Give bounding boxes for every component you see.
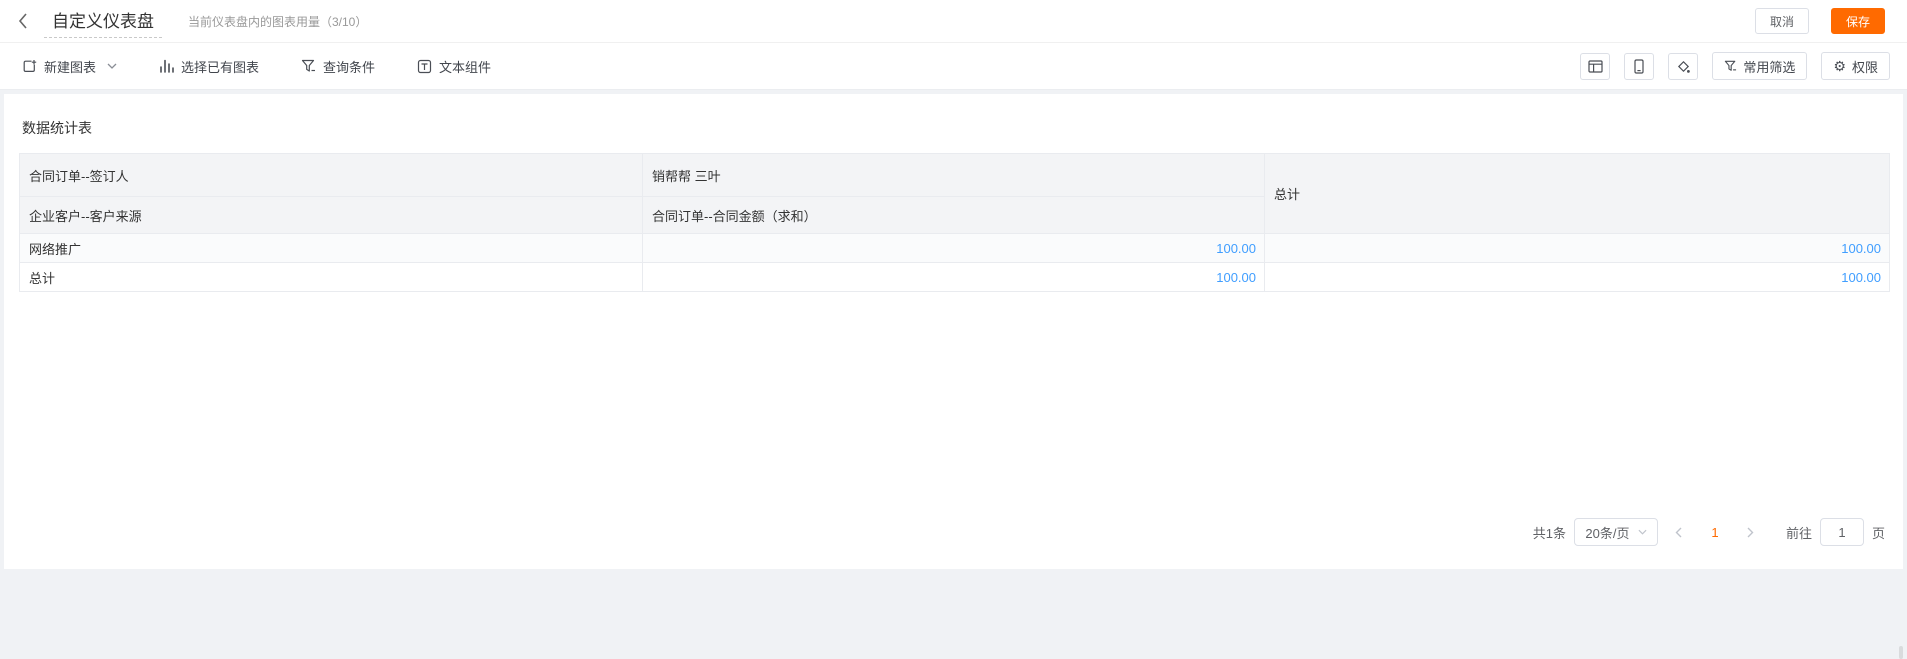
new-chart-icon xyxy=(22,59,37,74)
content-area: 数据统计表 合同订单--签订人 销帮帮 三叶 总计 企业客户--客户来源 合同订… xyxy=(0,90,1907,569)
permission-button[interactable]: ⚙ 权限 xyxy=(1821,52,1890,80)
data-statistics-table: 合同订单--签订人 销帮帮 三叶 总计 企业客户--客户来源 合同订单--合同金… xyxy=(19,153,1890,292)
toolbar-right-group: 常用筛选 ⚙ 权限 xyxy=(1580,52,1890,80)
new-chart-button[interactable]: 新建图表 xyxy=(22,57,117,76)
page-size-select[interactable]: 20条/页 xyxy=(1574,518,1658,546)
gear-icon: ⚙ xyxy=(1833,59,1846,73)
mobile-preview-button[interactable] xyxy=(1624,53,1654,80)
value-link[interactable]: 100.00 xyxy=(652,241,1256,256)
header-row-dimension: 合同订单--签订人 xyxy=(20,154,643,197)
save-button[interactable]: 保存 xyxy=(1831,8,1885,34)
table-row: 网络推广 100.00 100.00 xyxy=(20,234,1890,263)
cancel-button[interactable]: 取消 xyxy=(1755,8,1809,34)
chart-card: 数据统计表 合同订单--签订人 销帮帮 三叶 总计 企业客户--客户来源 合同订… xyxy=(4,94,1903,569)
desktop-layout-button[interactable] xyxy=(1580,53,1610,80)
next-page-button[interactable] xyxy=(1736,527,1766,538)
toolbar-left-group: 新建图表 选择已有图表 查询条件 文本组件 xyxy=(22,57,491,76)
header-actions: 取消 保存 xyxy=(1755,8,1885,34)
pagination-bar: 共1条 20条/页 1 前往 页 xyxy=(1533,518,1885,546)
row-label: 总计 xyxy=(20,263,643,292)
bar-chart-icon xyxy=(159,59,174,73)
mobile-preview-icon xyxy=(1634,59,1644,74)
chart-usage-hint: 当前仪表盘内的图表用量（3/10） xyxy=(188,13,367,30)
text-component-button[interactable]: 文本组件 xyxy=(417,57,491,76)
header-column-group: 销帮帮 三叶 xyxy=(643,154,1265,197)
theme-paint-icon xyxy=(1676,59,1691,74)
text-component-label: 文本组件 xyxy=(439,57,491,76)
chevron-down-icon xyxy=(1638,529,1647,535)
back-button[interactable] xyxy=(18,13,28,29)
value-link[interactable]: 100.00 xyxy=(1274,241,1881,256)
app-header: 自定义仪表盘 当前仪表盘内的图表用量（3/10） 取消 保存 xyxy=(0,0,1907,43)
chart-title: 数据统计表 xyxy=(22,118,1889,138)
header-total: 总计 xyxy=(1265,154,1890,234)
chevron-down-icon[interactable] xyxy=(107,63,117,69)
query-condition-label: 查询条件 xyxy=(323,57,375,76)
select-existing-chart-label: 选择已有图表 xyxy=(181,57,259,76)
prev-page-button[interactable] xyxy=(1664,527,1694,538)
goto-page-input[interactable] xyxy=(1820,518,1864,546)
query-condition-button[interactable]: 查询条件 xyxy=(301,57,375,76)
dashboard-title-editable[interactable]: 自定义仪表盘 xyxy=(44,5,162,38)
current-page-button[interactable]: 1 xyxy=(1700,525,1730,540)
row-label: 网络推广 xyxy=(20,234,643,263)
desktop-layout-icon xyxy=(1588,60,1603,73)
select-existing-chart-button[interactable]: 选择已有图表 xyxy=(159,57,259,76)
scrollbar-thumb[interactable] xyxy=(1899,646,1903,659)
filter-funnel-icon xyxy=(1724,60,1737,72)
page-size-value: 20条/页 xyxy=(1585,523,1629,542)
theme-paint-button[interactable] xyxy=(1668,53,1698,80)
common-filter-button[interactable]: 常用筛选 xyxy=(1712,52,1807,80)
dashboard-toolbar: 新建图表 选择已有图表 查询条件 文本组件 xyxy=(0,43,1907,90)
header-row-dimension2: 企业客户--客户来源 xyxy=(20,197,643,234)
text-component-icon xyxy=(417,59,432,74)
table-row-total: 总计 100.00 100.00 xyxy=(20,263,1890,292)
filter-funnel-icon xyxy=(301,59,316,73)
new-chart-label: 新建图表 xyxy=(44,57,96,76)
value-link[interactable]: 100.00 xyxy=(1274,270,1881,285)
page-unit-label: 页 xyxy=(1872,523,1885,542)
goto-label: 前往 xyxy=(1786,523,1812,542)
value-link[interactable]: 100.00 xyxy=(652,270,1256,285)
permission-label: 权限 xyxy=(1852,57,1878,76)
back-chevron-icon xyxy=(18,13,28,29)
total-count-label: 共1条 xyxy=(1533,523,1566,542)
header-measure: 合同订单--合同金额（求和） xyxy=(643,197,1265,234)
common-filter-label: 常用筛选 xyxy=(1743,57,1795,76)
